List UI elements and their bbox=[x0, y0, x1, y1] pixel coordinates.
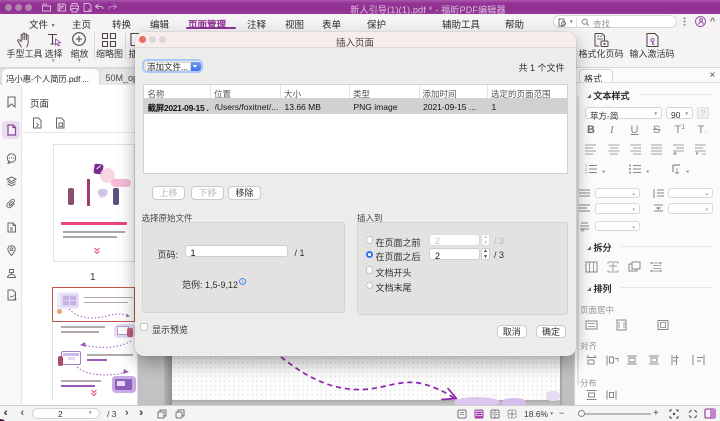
svg-text:3: 3 bbox=[585, 171, 588, 175]
